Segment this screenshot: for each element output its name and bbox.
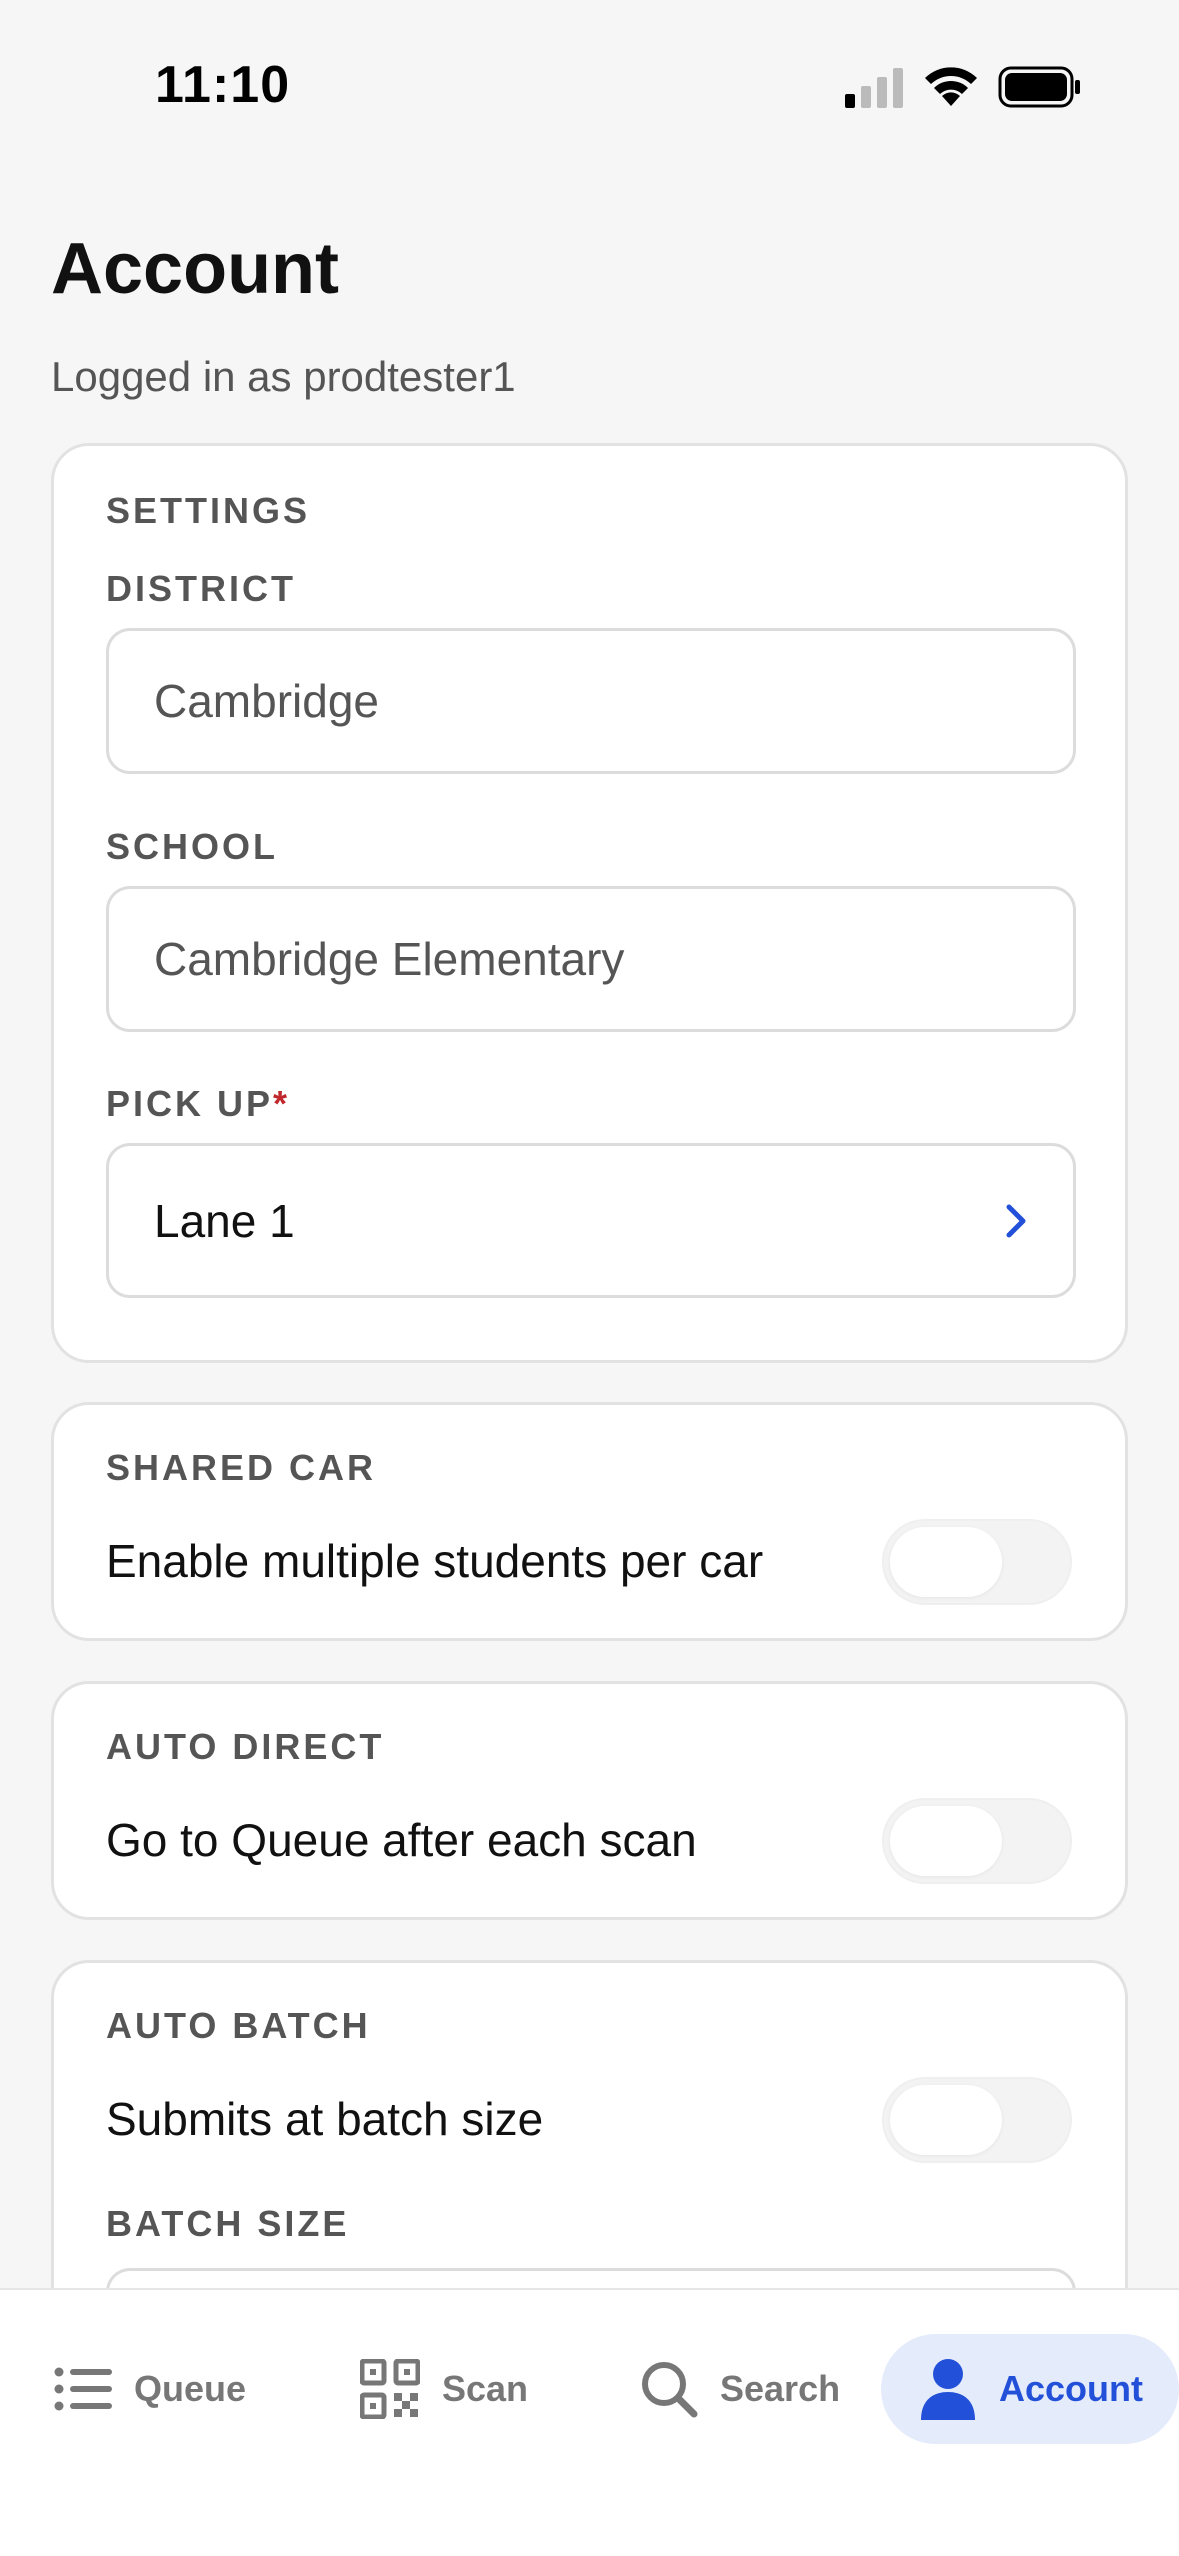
pickup-label-text: PICK UP	[106, 1083, 274, 1124]
search-icon	[642, 2362, 698, 2418]
required-mark: *	[273, 1083, 291, 1124]
district-field[interactable]: Cambridge	[106, 628, 1076, 774]
tab-search[interactable]: Search	[640, 2334, 840, 2444]
tab-search-label: Search	[720, 2368, 841, 2409]
auto-direct-description: Go to Queue after each scan	[106, 1814, 697, 1866]
settings-section-label: SETTINGS	[106, 490, 311, 531]
tab-account[interactable]: Account	[881, 2334, 1179, 2444]
battery-icon	[998, 66, 1080, 108]
school-field[interactable]: Cambridge Elementary	[106, 886, 1076, 1032]
chevron-right-icon	[1006, 1204, 1026, 1237]
shared-car-card: SHARED CAR Enable multiple students per …	[51, 1402, 1128, 1641]
tab-bar: Queue Scan Search Account	[0, 2288, 1179, 2556]
qr-code-icon	[360, 2359, 420, 2419]
wifi-icon	[925, 67, 977, 106]
auto-batch-toggle[interactable]	[882, 2077, 1072, 2163]
batch-size-label: BATCH SIZE	[106, 2203, 350, 2244]
district-value: Cambridge	[154, 675, 379, 727]
tab-account-label: Account	[999, 2368, 1143, 2409]
auto-direct-toggle[interactable]	[882, 1798, 1072, 1884]
page-title: Account	[51, 229, 339, 309]
status-bar: 11:10	[0, 0, 1179, 170]
shared-car-description: Enable multiple students per car	[106, 1535, 764, 1587]
tab-queue-label: Queue	[134, 2368, 247, 2409]
pickup-value: Lane 1	[154, 1194, 295, 1247]
settings-card: SETTINGS DISTRICT Cambridge SCHOOL Cambr…	[51, 443, 1128, 1363]
person-icon	[921, 2359, 975, 2420]
auto-direct-card: AUTO DIRECT Go to Queue after each scan	[51, 1681, 1128, 1920]
status-time: 11:10	[155, 56, 291, 114]
toggle-knob	[890, 2085, 1002, 2155]
school-label: SCHOOL	[106, 826, 279, 867]
auto-batch-label: AUTO BATCH	[106, 2005, 371, 2046]
shared-car-toggle[interactable]	[882, 1519, 1072, 1605]
auto-direct-label: AUTO DIRECT	[106, 1726, 385, 1767]
tab-queue[interactable]: Queue	[54, 2334, 246, 2444]
tab-scan[interactable]: Scan	[360, 2334, 528, 2444]
school-value: Cambridge Elementary	[154, 933, 625, 985]
pickup-label: PICK UP*	[106, 1083, 290, 1125]
list-icon	[54, 2367, 112, 2411]
logged-in-text: Logged in as prodtester1	[51, 353, 516, 400]
district-label: DISTRICT	[106, 568, 296, 609]
cellular-signal-icon	[845, 68, 903, 108]
toggle-knob	[890, 1806, 1002, 1876]
tab-scan-label: Scan	[442, 2368, 529, 2409]
pickup-select[interactable]: Lane 1	[106, 1143, 1076, 1298]
auto-batch-description: Submits at batch size	[106, 2093, 544, 2145]
toggle-knob	[890, 1527, 1002, 1597]
shared-car-label: SHARED CAR	[106, 1447, 377, 1488]
